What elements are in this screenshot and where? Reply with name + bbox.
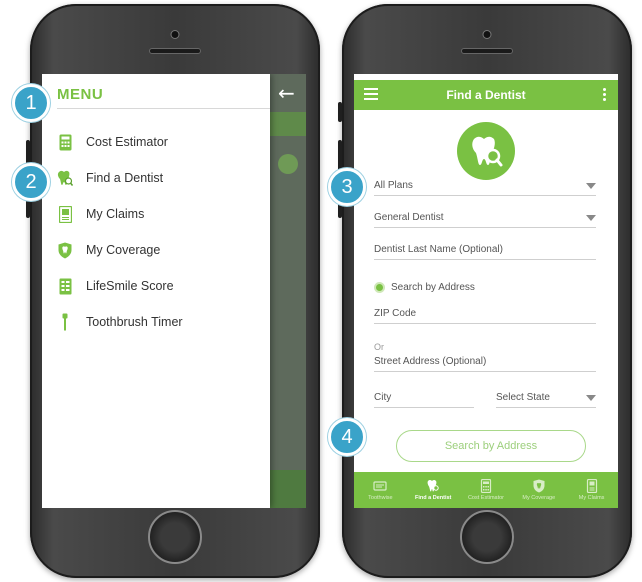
plan-select-value: All Plans xyxy=(374,180,413,191)
tab-my-coverage[interactable]: My Coverage xyxy=(512,472,565,508)
tab-label: Find a Dentist xyxy=(415,495,452,501)
menu-item-my-claims[interactable]: My Claims xyxy=(57,196,183,232)
app-header: Find a Dentist xyxy=(354,80,618,110)
menu-title: MENU xyxy=(57,86,104,103)
front-camera xyxy=(170,30,180,39)
calculator-icon xyxy=(57,133,73,151)
callout-1: 1 xyxy=(12,84,50,122)
menu-item-label: My Claims xyxy=(86,207,145,221)
menu-list: Cost Estimator Find a Dentist My Claims xyxy=(57,124,183,340)
bottom-tab-bar: Toothwise Find a Dentist Cost Estimator … xyxy=(354,472,618,508)
left-phone: ← MENU Cost Estimator Find a Dentist My … xyxy=(26,4,320,578)
claims-document-icon xyxy=(57,205,73,223)
zip-code-placeholder: ZIP Code xyxy=(374,308,417,319)
tab-label: My Claims xyxy=(578,495,605,501)
tab-toothwise[interactable]: Toothwise xyxy=(354,472,407,508)
backdrop-tabbar-strip xyxy=(270,470,306,508)
tooth-search-icon xyxy=(57,169,73,187)
state-select[interactable]: Select State xyxy=(496,386,596,408)
street-address-placeholder: Street Address (Optional) xyxy=(374,356,487,367)
tab-find-a-dentist[interactable]: Find a Dentist xyxy=(407,472,460,508)
score-card-icon xyxy=(57,277,73,295)
street-address-field[interactable]: Street Address (Optional) xyxy=(374,350,596,372)
city-placeholder: City xyxy=(374,392,392,403)
specialty-select-value: General Dentist xyxy=(374,212,444,223)
backdrop-header-strip xyxy=(270,112,306,136)
menu-item-label: Find a Dentist xyxy=(86,171,164,185)
hamburger-menu-icon[interactable] xyxy=(364,88,378,100)
zip-code-field[interactable]: ZIP Code xyxy=(374,302,596,324)
tab-my-claims[interactable]: My Claims xyxy=(565,472,618,508)
overflow-menu-icon[interactable] xyxy=(603,88,606,103)
search-by-address-button[interactable]: Search by Address xyxy=(396,430,586,462)
chevron-down-icon xyxy=(586,215,596,221)
claims-document-icon xyxy=(586,479,597,493)
city-field[interactable]: City xyxy=(374,386,474,408)
backdrop-badge xyxy=(278,154,298,174)
shield-tooth-icon xyxy=(533,479,545,493)
tab-label: Cost Estimator xyxy=(467,495,505,501)
menu-item-label: Toothbrush Timer xyxy=(86,315,183,329)
radio-selected-icon xyxy=(374,282,385,293)
dentist-last-name-placeholder: Dentist Last Name (Optional) xyxy=(374,244,503,255)
chevron-down-icon xyxy=(586,395,596,401)
right-phone: Find a Dentist All Plans General Dentist… xyxy=(338,4,632,578)
chevron-down-icon xyxy=(586,183,596,189)
state-select-value: Select State xyxy=(496,392,550,403)
mute-switch xyxy=(338,102,342,122)
shield-tooth-icon xyxy=(57,241,73,259)
callout-3: 3 xyxy=(328,168,366,206)
menu-item-find-a-dentist[interactable]: Find a Dentist xyxy=(57,160,183,196)
menu-item-my-coverage[interactable]: My Coverage xyxy=(57,232,183,268)
home-button xyxy=(148,510,202,564)
search-by-address-radio[interactable]: Search by Address xyxy=(374,282,475,293)
tab-label: Toothwise xyxy=(368,495,393,501)
arrow-left-icon[interactable]: ← xyxy=(278,83,295,103)
home-button xyxy=(460,510,514,564)
earpiece-speaker xyxy=(149,48,201,54)
tab-label: My Coverage xyxy=(522,495,556,501)
right-screen: Find a Dentist All Plans General Dentist… xyxy=(354,74,618,508)
tab-cost-estimator[interactable]: Cost Estimator xyxy=(460,472,513,508)
earpiece-speaker xyxy=(461,48,513,54)
left-screen: ← MENU Cost Estimator Find a Dentist My … xyxy=(42,74,306,508)
callout-2: 2 xyxy=(12,163,50,201)
specialty-select[interactable]: General Dentist xyxy=(374,206,596,228)
menu-item-label: LifeSmile Score xyxy=(86,279,174,293)
menu-divider xyxy=(57,108,270,109)
menu-item-cost-estimator[interactable]: Cost Estimator xyxy=(57,124,183,160)
front-camera xyxy=(482,30,492,39)
menu-item-label: Cost Estimator xyxy=(86,135,168,149)
tooth-search-icon xyxy=(427,480,439,492)
dentist-last-name-field[interactable]: Dentist Last Name (Optional) xyxy=(374,238,596,260)
menu-item-label: My Coverage xyxy=(86,243,161,257)
page-title: Find a Dentist xyxy=(446,88,526,102)
plan-select[interactable]: All Plans xyxy=(374,174,596,196)
navigation-drawer: MENU Cost Estimator Find a Dentist My Cl… xyxy=(42,74,270,508)
menu-item-lifesmile-score[interactable]: LifeSmile Score xyxy=(57,268,183,304)
menu-item-toothbrush-timer[interactable]: Toothbrush Timer xyxy=(57,304,183,340)
callout-4: 4 xyxy=(328,418,366,456)
tooth-search-icon xyxy=(457,122,515,180)
radio-label: Search by Address xyxy=(391,282,475,293)
toothwise-icon xyxy=(373,481,387,491)
toothbrush-icon xyxy=(57,313,73,331)
calculator-icon xyxy=(480,479,492,493)
